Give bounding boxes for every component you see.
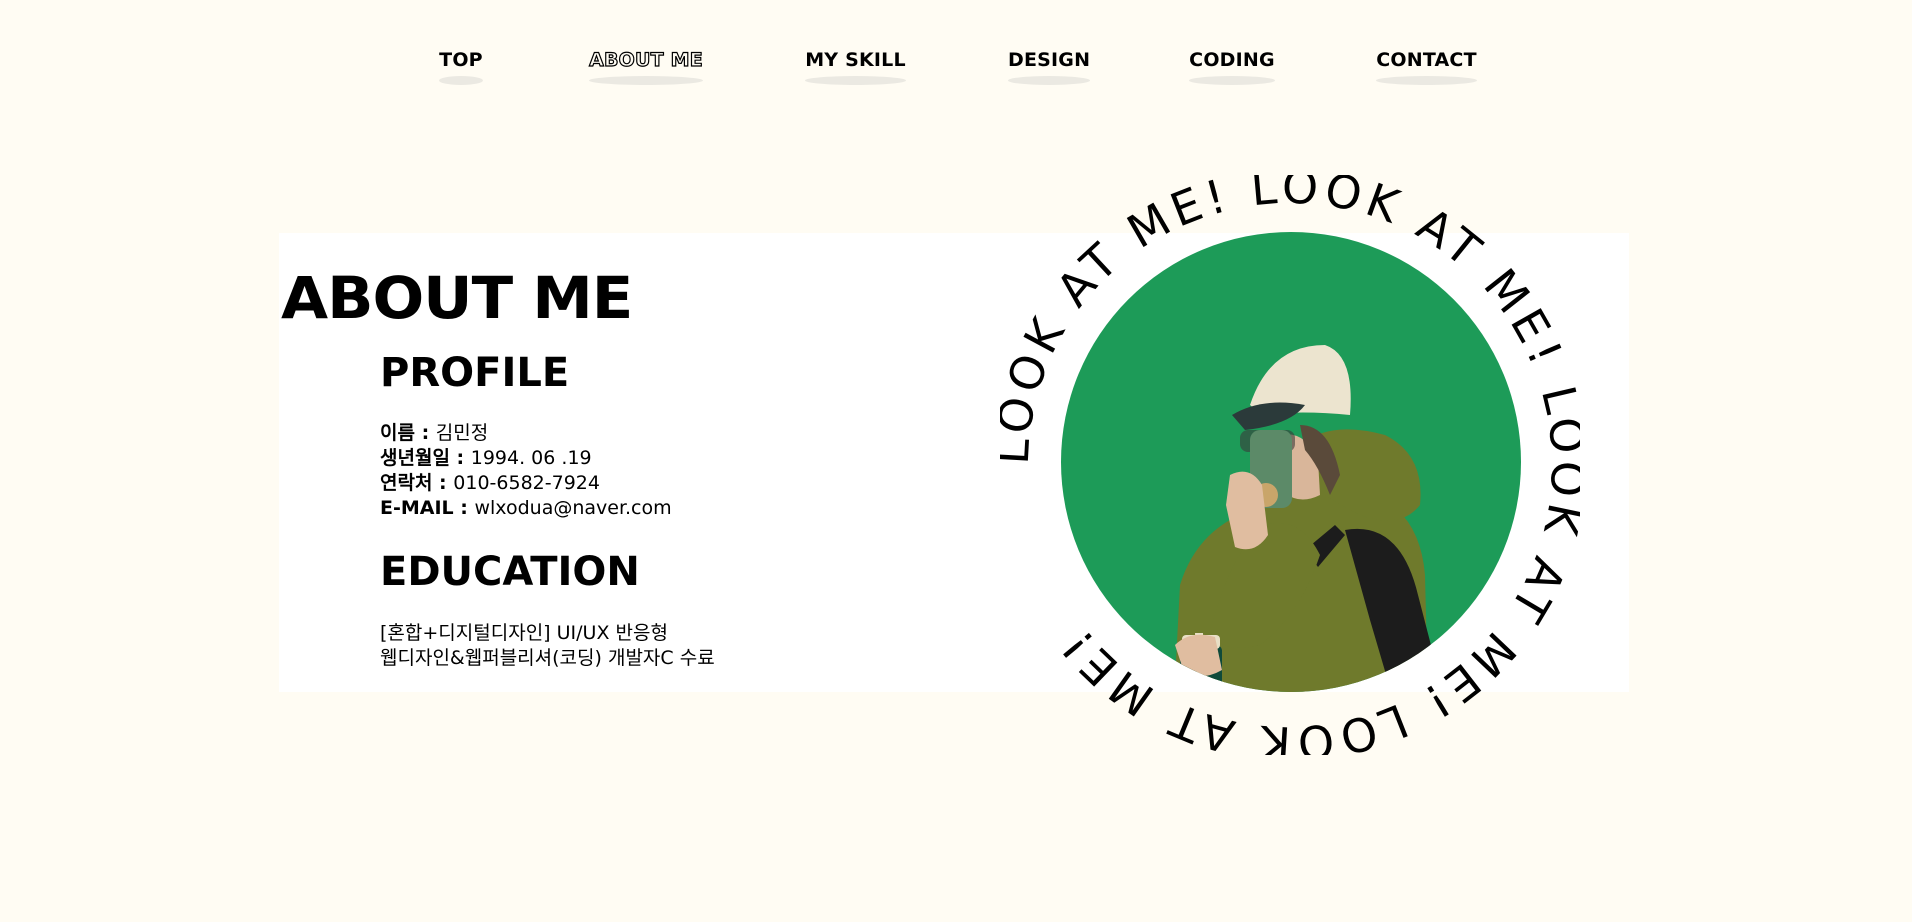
profile-key: 연락처 : bbox=[380, 472, 454, 494]
profile-row-phone: 연락처 : 010-6582-7924 bbox=[380, 471, 672, 496]
profile-heading: PROFILE bbox=[380, 350, 570, 396]
nav-design-shadow bbox=[1008, 76, 1090, 85]
profile-info-list: 이름 : 김민정 생년월일 : 1994. 06 .19 연락처 : 010-6… bbox=[380, 421, 672, 521]
profile-row-email: E-MAIL : wlxodua@naver.com bbox=[380, 496, 672, 521]
main-nav: TOP ABOUT ME MY SKILL DESIGN CODING CONT… bbox=[0, 48, 1912, 88]
nav-about-me[interactable]: ABOUT ME bbox=[588, 48, 703, 85]
nav-contact-label: CONTACT bbox=[1376, 49, 1477, 71]
nav-top-label: TOP bbox=[439, 49, 483, 71]
profile-photo-svg: LOOK AT ME! LOOK AT ME! LOOK AT ME! LOOK… bbox=[1000, 175, 1580, 755]
education-line-2: 웹디자인&웹퍼블리셔(코딩) 개발자C 수료 bbox=[380, 647, 715, 669]
nav-top[interactable]: TOP bbox=[439, 48, 483, 85]
nav-about-me-shadow bbox=[589, 76, 703, 85]
profile-value: 010-6582-7924 bbox=[453, 472, 600, 494]
nav-coding-shadow bbox=[1189, 76, 1275, 85]
nav-contact-shadow bbox=[1376, 76, 1477, 85]
section-title: ABOUT ME bbox=[281, 264, 633, 332]
profile-key: 생년월일 : bbox=[380, 447, 471, 469]
nav-contact[interactable]: CONTACT bbox=[1376, 48, 1477, 85]
profile-key: E-MAIL : bbox=[380, 497, 475, 519]
profile-row-name: 이름 : 김민정 bbox=[380, 421, 672, 446]
education-text: [혼합+디지털디자인] UI/UX 반응형 웹디자인&웹퍼블리셔(코딩) 개발자… bbox=[380, 621, 715, 671]
nav-design[interactable]: DESIGN bbox=[1008, 48, 1090, 85]
profile-value: 1994. 06 .19 bbox=[470, 447, 592, 469]
education-heading: EDUCATION bbox=[380, 549, 640, 595]
nav-my-skill-label: MY SKILL bbox=[805, 49, 906, 71]
nav-my-skill-shadow bbox=[805, 76, 906, 85]
page: TOP ABOUT ME MY SKILL DESIGN CODING CONT… bbox=[0, 0, 1912, 922]
nav-my-skill[interactable]: MY SKILL bbox=[805, 48, 906, 85]
education-line-1: [혼합+디지털디자인] UI/UX 반응형 bbox=[380, 622, 668, 644]
nav-top-shadow bbox=[439, 76, 483, 85]
profile-value: wlxodua@naver.com bbox=[474, 497, 672, 519]
profile-key: 이름 : bbox=[380, 422, 436, 444]
nav-coding-label: CODING bbox=[1189, 49, 1275, 71]
nav-coding[interactable]: CODING bbox=[1189, 48, 1275, 85]
nav-design-label: DESIGN bbox=[1008, 49, 1091, 71]
profile-value: 김민정 bbox=[435, 422, 489, 444]
nav-about-me-label: ABOUT ME bbox=[588, 48, 703, 71]
profile-photo-area: LOOK AT ME! LOOK AT ME! LOOK AT ME! LOOK… bbox=[1000, 175, 1580, 755]
profile-row-birth: 생년월일 : 1994. 06 .19 bbox=[380, 446, 672, 471]
